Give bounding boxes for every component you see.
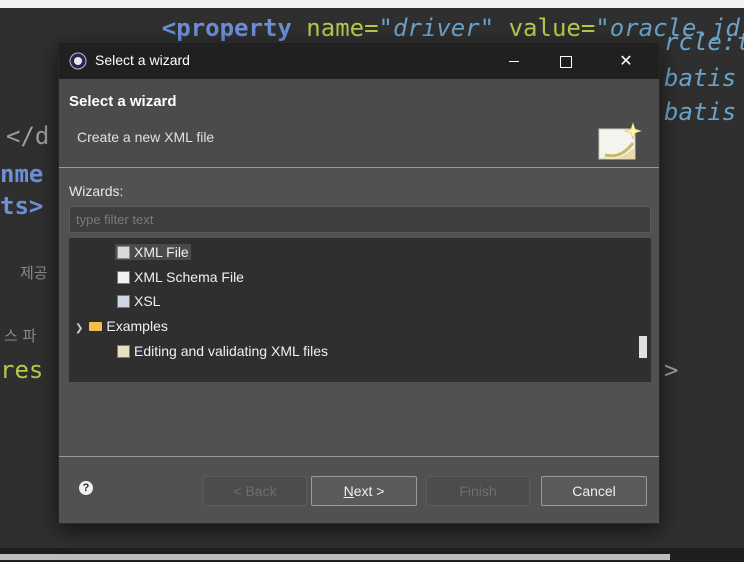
- maximize-icon: [560, 55, 572, 68]
- wizard-dialog: Select a wizard ✕ Select a wizard Create…: [58, 42, 660, 524]
- korean-text-2: 스 파: [4, 327, 37, 345]
- wizards-label: Wizards:: [69, 183, 124, 199]
- help-icon[interactable]: ?: [79, 481, 93, 495]
- korean-text-1: 제공: [20, 264, 48, 282]
- wizard-banner-icon: [598, 122, 642, 160]
- tree-item-xml-schema-file[interactable]: XML Schema File: [117, 266, 244, 288]
- code-left-1: </d: [6, 122, 50, 150]
- tree-item-examples[interactable]: ❯ Examples: [75, 315, 168, 337]
- folder-icon: [89, 321, 103, 331]
- tree-item-xml-file[interactable]: XML File: [115, 241, 191, 263]
- back-button[interactable]: < Back: [203, 476, 307, 506]
- code-line-3-tail: batis: [664, 64, 737, 92]
- page-title: Select a wizard: [69, 93, 177, 110]
- dialog-title: Select a wizard: [95, 52, 190, 68]
- wizard-tree[interactable]: XML File XML Schema File XSL ❯ Examples E…: [69, 238, 651, 382]
- xml-file-icon: [117, 245, 130, 259]
- footer-separator: [59, 456, 659, 457]
- xsl-icon: [117, 294, 130, 308]
- wizard-header: Select a wizard Create a new XML file: [59, 79, 659, 167]
- minimize-button[interactable]: [491, 43, 537, 79]
- bottom-strip: [0, 548, 744, 562]
- tree-item-xsl[interactable]: XSL: [117, 290, 160, 312]
- maximize-button[interactable]: [543, 43, 589, 79]
- page-description: Create a new XML file: [77, 129, 215, 145]
- cancel-button[interactable]: Cancel: [541, 476, 647, 506]
- code-line-2-tail: rcle:t: [664, 28, 744, 56]
- tree-item-editing-example[interactable]: Editing and validating XML files: [117, 340, 328, 362]
- close-button[interactable]: ✕: [603, 43, 649, 79]
- close-icon: ✕: [619, 51, 633, 70]
- code-line-4-tail: batis: [664, 98, 737, 126]
- code-left-3: ts>: [0, 192, 44, 220]
- code-left-2: nme: [0, 160, 44, 188]
- next-button[interactable]: Next >: [311, 476, 417, 506]
- tree-scrollbar[interactable]: [635, 238, 651, 382]
- title-bar: Select a wizard ✕: [59, 43, 659, 79]
- example-icon: [117, 344, 130, 358]
- finish-button[interactable]: Finish: [426, 476, 530, 506]
- eclipse-app-icon: [69, 52, 87, 70]
- code-right-tag: >: [664, 356, 679, 384]
- minimize-icon: [509, 61, 519, 62]
- header-separator: [59, 167, 659, 168]
- code-left-4: res: [0, 356, 44, 384]
- scrollbar-bottom[interactable]: [0, 554, 670, 560]
- xml-schema-icon: [117, 270, 130, 284]
- chevron-down-icon[interactable]: ❯: [75, 323, 83, 334]
- tree-scrollbar-thumb[interactable]: [639, 336, 647, 358]
- filter-input[interactable]: [69, 206, 651, 233]
